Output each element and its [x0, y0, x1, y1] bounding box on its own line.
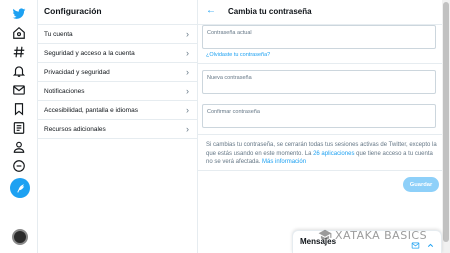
compose-tweet-button[interactable] — [10, 178, 30, 198]
chevron-up-icon[interactable] — [426, 237, 435, 253]
forgot-password-link[interactable]: ¿Olvidaste tu contraseña? — [206, 52, 270, 58]
settings-item-label: Seguridad y acceso a la cuenta — [44, 50, 135, 57]
password-info-text: Si cambias tu contraseña, se cerrarán to… — [206, 141, 438, 167]
chevron-right-icon: › — [186, 48, 189, 58]
avatar[interactable] — [12, 229, 28, 245]
scrollbar-thumb[interactable] — [443, 2, 449, 242]
new-password-label: Nueva contraseña — [207, 75, 252, 81]
divider — [198, 63, 442, 64]
chevron-right-icon: › — [186, 29, 189, 39]
home-icon[interactable] — [12, 26, 26, 40]
feather-pen-icon — [16, 183, 24, 193]
watermark-text: XATAKA BASICS — [335, 228, 428, 242]
apps-link[interactable]: 26 aplicaciones — [313, 151, 354, 157]
settings-item-resources[interactable]: Recursos adicionales › — [38, 120, 197, 139]
back-arrow-icon[interactable]: ← — [206, 5, 216, 16]
panel-header: ← Cambia tu contraseña — [198, 0, 442, 25]
settings-item-label: Notificaciones — [44, 88, 85, 95]
settings-item-accessibility[interactable]: Accesibilidad, pantalla e idiomas › — [38, 101, 197, 120]
scrollbar[interactable] — [442, 0, 450, 253]
lists-icon[interactable] — [12, 121, 26, 135]
page-title: Cambia tu contraseña — [228, 7, 312, 16]
settings-panel: Configuración Tu cuenta › Seguridad y ac… — [38, 0, 198, 253]
settings-item-label: Privacidad y seguridad — [44, 69, 110, 76]
settings-item-notifications[interactable]: Notificaciones › — [38, 82, 197, 101]
profile-icon[interactable] — [12, 140, 26, 154]
graduation-cap-icon — [318, 229, 332, 240]
twitter-logo-icon[interactable] — [12, 7, 26, 21]
divider — [198, 134, 442, 135]
chevron-right-icon: › — [186, 105, 189, 115]
settings-item-privacy[interactable]: Privacidad y seguridad › — [38, 63, 197, 82]
notifications-bell-icon[interactable] — [12, 64, 26, 78]
settings-item-account[interactable]: Tu cuenta › — [38, 25, 197, 44]
new-password-field[interactable]: Nueva contraseña — [202, 70, 436, 94]
more-icon[interactable] — [12, 159, 26, 173]
confirm-password-label: Confirmar contraseña — [207, 109, 260, 115]
settings-title: Configuración — [38, 0, 197, 25]
watermark: XATAKA BASICS — [318, 228, 427, 242]
bookmarks-icon[interactable] — [12, 102, 26, 116]
chevron-right-icon: › — [186, 86, 189, 96]
settings-item-label: Tu cuenta — [44, 31, 73, 38]
chevron-right-icon: › — [186, 124, 189, 134]
more-info-link[interactable]: Más información — [262, 159, 306, 165]
chevron-right-icon: › — [186, 67, 189, 77]
confirm-password-field[interactable]: Confirmar contraseña — [202, 104, 436, 128]
explore-hashtag-icon[interactable] — [12, 45, 26, 59]
settings-item-security[interactable]: Seguridad y acceso a la cuenta › — [38, 44, 197, 63]
nav-rail — [0, 0, 38, 253]
settings-item-label: Accesibilidad, pantalla e idiomas — [44, 107, 138, 114]
current-password-field[interactable]: Contraseña actual — [202, 25, 436, 49]
current-password-label: Contraseña actual — [207, 30, 252, 36]
settings-item-label: Recursos adicionales — [44, 126, 106, 133]
change-password-panel: ← Cambia tu contraseña Contraseña actual… — [198, 0, 442, 253]
save-button[interactable]: Guardar — [403, 177, 439, 192]
messages-envelope-icon[interactable] — [12, 83, 26, 97]
divider — [198, 170, 442, 171]
